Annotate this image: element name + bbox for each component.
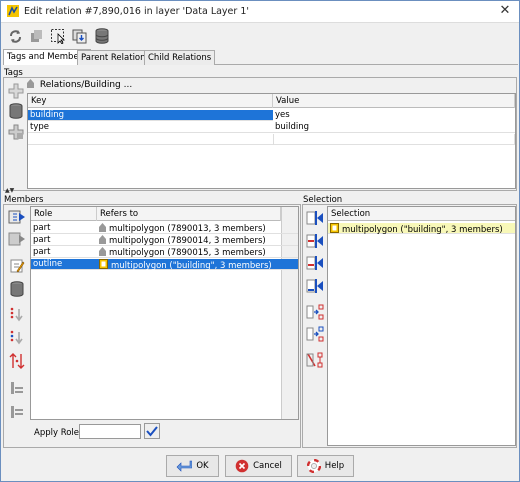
tag-row[interactable]: building yes: [28, 110, 515, 121]
refresh-icon[interactable]: [5, 26, 25, 46]
multipolygon-icon: [99, 223, 106, 232]
copy-icon[interactable]: [26, 26, 46, 46]
tab-label: Child Relations: [148, 53, 212, 63]
selection-table: Selection multipolygon ("building", 3 me…: [327, 206, 516, 446]
ok-button-label: OK: [196, 461, 209, 471]
download-members-icon[interactable]: [70, 26, 90, 46]
selection-row-text: multipolygon ("building", 3 members): [342, 225, 503, 235]
preset-label: Relations/Building ...: [39, 80, 133, 90]
josm-app-icon: [7, 5, 19, 17]
add-selected-after-icon[interactable]: [305, 253, 325, 273]
close-window-icon[interactable]: ✕: [491, 1, 519, 22]
member-refers-cell: multipolygon (7890013, 3 members): [97, 223, 281, 235]
cancel-button-label: Cancel: [253, 461, 282, 471]
member-refers-text: multipolygon (7890013, 3 members): [109, 224, 266, 234]
key-column-header[interactable]: Key: [28, 94, 273, 108]
column-divider: [273, 134, 274, 145]
relation-editor-window: Edit relation #7,890,016 in layer 'Data …: [0, 0, 520, 482]
select-members-icon[interactable]: [48, 26, 68, 46]
refers-to-column-header[interactable]: Refers to: [97, 207, 281, 221]
paste-tags-icon[interactable]: [6, 122, 26, 142]
building-preset-icon: [27, 79, 34, 88]
tag-key-cell[interactable]: type: [28, 122, 273, 133]
move-down-icon[interactable]: [7, 229, 27, 249]
sort-members-icon[interactable]: [7, 305, 27, 325]
tab-bar: Tags and Members Parent Relations Child …: [3, 49, 518, 65]
add-selected-at-end-icon[interactable]: [305, 276, 325, 296]
reverse-members-icon[interactable]: [7, 351, 27, 371]
help-button[interactable]: Help: [297, 455, 354, 477]
member-refers-cell: multipolygon ("building", 3 members): [97, 259, 281, 272]
move-member-bottom-icon[interactable]: [7, 402, 27, 422]
help-lifebuoy-icon: [306, 459, 321, 473]
select-in-selection-icon[interactable]: [305, 302, 325, 322]
member-row[interactable]: part multipolygon (7890013, 3 members): [31, 223, 298, 234]
cancel-button[interactable]: Cancel: [225, 455, 292, 477]
tag-value-cell[interactable]: yes: [273, 110, 515, 121]
multipolygon-icon: [99, 235, 106, 244]
tab-label: Tags and Members: [7, 52, 87, 62]
edit-member-icon[interactable]: [7, 256, 27, 276]
member-row[interactable]: part multipolygon (7890014, 3 members): [31, 235, 298, 246]
remove-member-icon[interactable]: [305, 350, 325, 370]
multipolygon-selected-icon: [99, 259, 108, 269]
tags-table: Key Value building yes type building: [27, 93, 516, 189]
tag-row[interactable]: type building: [28, 122, 515, 133]
tag-row-empty[interactable]: [28, 134, 515, 145]
tab-parent-relations[interactable]: Parent Relations: [77, 50, 154, 65]
members-table-header: Role Refers to: [31, 207, 281, 221]
member-role-cell[interactable]: part: [31, 223, 97, 234]
cancel-icon: [235, 459, 249, 473]
member-role-cell[interactable]: outline: [31, 259, 97, 270]
tags-table-header: Key Value: [28, 94, 515, 108]
ok-button[interactable]: OK: [166, 455, 219, 477]
role-column-header[interactable]: Role: [31, 207, 97, 221]
member-row[interactable]: outline multipolygon ("building", 3 memb…: [31, 259, 298, 272]
toolbar: [1, 24, 519, 48]
add-tag-icon[interactable]: [6, 81, 26, 101]
member-role-cell[interactable]: part: [31, 247, 97, 258]
selection-row[interactable]: multipolygon ("building", 3 members): [328, 223, 515, 236]
move-member-top-icon[interactable]: [7, 378, 27, 398]
database-icon[interactable]: [92, 26, 112, 46]
window-title: Edit relation #7,890,016 in layer 'Data …: [24, 6, 249, 17]
checkmark-icon: [146, 426, 158, 437]
member-refers-cell: multipolygon (7890015, 3 members): [97, 247, 281, 259]
member-row[interactable]: part multipolygon (7890015, 3 members): [31, 247, 298, 258]
member-refers-text: multipolygon ("building", 3 members): [111, 261, 272, 271]
multipolygon-icon: [99, 247, 106, 256]
selection-table-header: Selection: [328, 207, 515, 221]
help-button-label: Help: [324, 461, 345, 471]
selection-column-header[interactable]: Selection: [328, 207, 515, 221]
preset-link[interactable]: Relations/Building ...: [27, 79, 132, 91]
apply-role-button[interactable]: [144, 423, 160, 439]
delete-tag-icon[interactable]: [6, 101, 26, 121]
member-role-cell[interactable]: part: [31, 235, 97, 246]
apply-role-input[interactable]: [79, 424, 141, 439]
delete-member-icon[interactable]: [7, 279, 27, 299]
tag-value-cell[interactable]: building: [273, 122, 515, 133]
tab-child-relations[interactable]: Child Relations: [144, 50, 216, 65]
title-bar: Edit relation #7,890,016 in layer 'Data …: [1, 1, 519, 23]
ok-arrow-icon: [176, 460, 193, 472]
multipolygon-selected-icon: [330, 223, 339, 233]
sort-below-icon[interactable]: [7, 328, 27, 348]
member-refers-text: multipolygon (7890014, 3 members): [109, 236, 266, 246]
value-column-header[interactable]: Value: [273, 94, 515, 108]
tab-label: Parent Relations: [81, 53, 150, 63]
apply-role-label: Apply Role:: [34, 428, 82, 438]
member-refers-text: multipolygon (7890015, 3 members): [109, 248, 266, 258]
remove-selected-icon[interactable]: [305, 324, 325, 344]
move-up-icon[interactable]: [7, 207, 27, 227]
members-table: Role Refers to part multipolygon (789001…: [30, 206, 299, 420]
splitter-arrows-icon[interactable]: ▲▼: [5, 188, 14, 194]
member-refers-cell: multipolygon (7890014, 3 members): [97, 235, 281, 247]
selection-row-cell: multipolygon ("building", 3 members): [328, 223, 515, 236]
tag-key-cell[interactable]: building: [28, 110, 273, 121]
add-selected-at-start-icon[interactable]: [305, 208, 325, 228]
add-selected-before-icon[interactable]: [305, 231, 325, 251]
